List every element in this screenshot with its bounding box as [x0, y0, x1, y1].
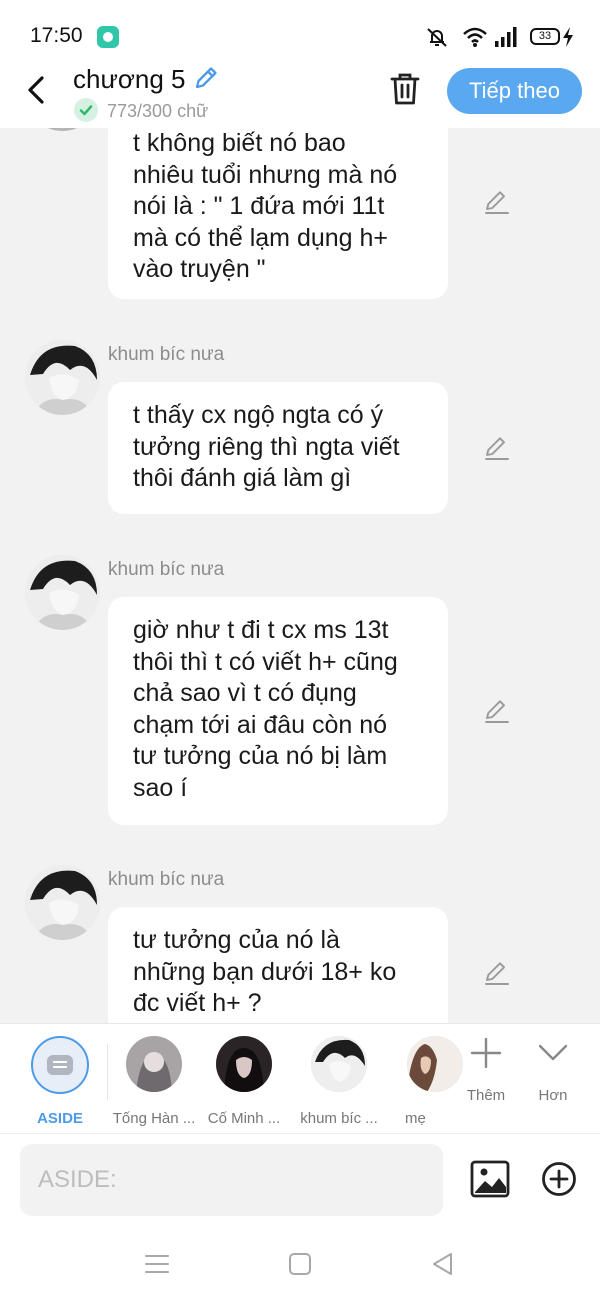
edit-icon[interactable]: [483, 188, 511, 216]
trash-icon[interactable]: [388, 71, 422, 107]
chat-area[interactable]: t không biết nó bao nhiêu tuổi nhưng mà …: [0, 128, 600, 1024]
character-bar: ASIDE Tống Hàn ... Cố Minh ... khum bíc …: [0, 1023, 600, 1133]
expand-button[interactable]: Hơn: [523, 1036, 583, 1104]
navigation-bar: [0, 1227, 600, 1300]
edit-icon[interactable]: [483, 434, 511, 462]
edit-icon[interactable]: [483, 697, 511, 725]
character-name: Cố Minh ...: [207, 1110, 281, 1127]
check-icon: [74, 98, 98, 122]
wifi-icon: [463, 27, 487, 47]
sender-name: khum bíc nưa: [108, 869, 225, 890]
avatar[interactable]: [25, 555, 100, 630]
battery-icon: 33: [530, 28, 560, 45]
home-square-icon[interactable]: [287, 1251, 313, 1277]
character-avatar: [126, 1036, 182, 1092]
pencil-icon[interactable]: [192, 64, 220, 92]
avatar[interactable]: [25, 340, 100, 415]
message-text: giờ như t đi t cx ms 13t thôi thì t có v…: [133, 616, 398, 802]
image-icon[interactable]: [470, 1160, 510, 1198]
plus-icon: [470, 1037, 502, 1069]
character-item[interactable]: Cố Minh ...: [199, 1036, 289, 1127]
mute-bell-icon: [427, 28, 447, 47]
status-time: 17:50: [30, 24, 83, 47]
add-circle-icon[interactable]: [541, 1161, 577, 1197]
input-row: [0, 1133, 600, 1227]
message-text: t không biết nó bao nhiêu tuổi nhưng mà …: [133, 129, 398, 283]
sender-name: khum bíc nưa: [108, 344, 225, 365]
message-text: tư tưởng của nó là những bạn dưới 18+ ko…: [133, 926, 397, 1017]
more-label: Thêm: [466, 1087, 506, 1104]
menu-icon[interactable]: [144, 1251, 170, 1277]
char-count: 773/300 chữ: [107, 101, 209, 121]
message-bubble[interactable]: giờ như t đi t cx ms 13t thôi thì t có v…: [108, 597, 448, 825]
message-bubble[interactable]: tư tưởng của nó là những bạn dưới 18+ ko…: [108, 907, 448, 1024]
aside-input[interactable]: [20, 1144, 443, 1216]
back-arrow-icon[interactable]: [22, 72, 52, 108]
character-avatar: [311, 1036, 367, 1092]
character-aside[interactable]: ASIDE: [15, 1036, 105, 1127]
header: chương 5 773/300 chữ Tiếp theo: [0, 60, 600, 128]
aside-icon: [31, 1036, 89, 1094]
expand-label: Hơn: [538, 1087, 568, 1104]
status-bar: 17:50 33: [0, 0, 600, 60]
character-name: mẹ: [405, 1110, 426, 1127]
status-icons: 33: [424, 24, 574, 50]
character-item[interactable]: khum bíc ...: [294, 1036, 384, 1127]
chevron-down-icon: [538, 1044, 568, 1061]
aside-label: ASIDE: [37, 1110, 83, 1127]
character-name: Tống Hàn ...: [112, 1110, 196, 1127]
avatar[interactable]: [25, 865, 100, 940]
back-triangle-icon[interactable]: [430, 1251, 456, 1277]
character-avatar: [216, 1036, 272, 1092]
avatar-image: [25, 128, 100, 131]
app-notification-icon: [97, 26, 119, 48]
signal-icon: [495, 27, 517, 47]
avatar-image: [25, 555, 100, 630]
next-button[interactable]: Tiếp theo: [447, 68, 582, 114]
avatar-image: [25, 340, 100, 415]
edit-icon[interactable]: [483, 959, 511, 987]
avatar: [25, 128, 100, 131]
divider: [107, 1044, 108, 1100]
message-bubble[interactable]: t không biết nó bao nhiêu tuổi nhưng mà …: [108, 128, 448, 299]
message-bubble[interactable]: t thấy cx ngộ ngta có ý tưởng riêng thì …: [108, 382, 448, 514]
character-name: khum bíc ...: [300, 1110, 378, 1127]
page-title[interactable]: chương 5: [73, 64, 186, 95]
sender-name: khum bíc nưa: [108, 559, 225, 580]
character-item[interactable]: Tống Hàn ...: [109, 1036, 199, 1127]
charging-icon: [563, 27, 573, 47]
avatar-image: [25, 865, 100, 940]
more-characters-button[interactable]: Thêm: [456, 1036, 516, 1104]
message-text: t thấy cx ngộ ngta có ý tưởng riêng thì …: [133, 401, 400, 492]
character-item[interactable]: mẹ: [375, 1036, 465, 1127]
character-avatar: [407, 1036, 463, 1092]
